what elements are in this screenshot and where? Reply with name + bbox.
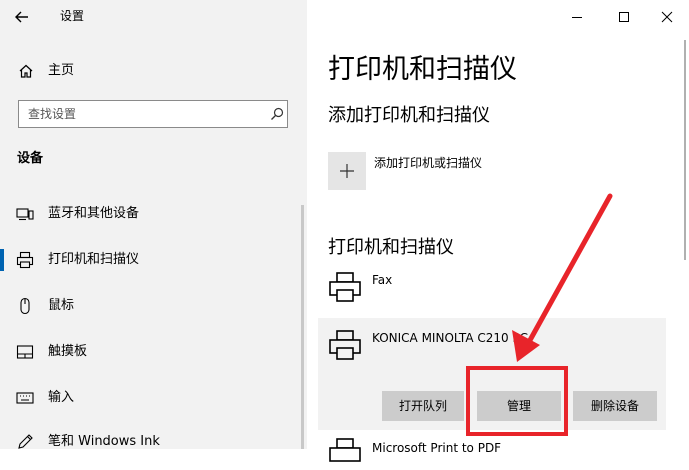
annotation-highlight-box xyxy=(466,366,568,436)
back-arrow-icon[interactable] xyxy=(14,9,30,25)
open-queue-button[interactable]: 打开队列 xyxy=(382,391,464,421)
close-icon[interactable] xyxy=(660,10,674,24)
sidebar-item-printers[interactable]: 打印机和扫描仪 xyxy=(0,242,300,278)
printer-icon xyxy=(328,436,362,470)
sidebar-item-label: 触摸板 xyxy=(48,344,88,359)
touchpad-icon xyxy=(16,343,34,361)
section-heading-devices: 设备 xyxy=(17,151,44,166)
sidebar-item-label: 输入 xyxy=(48,390,75,405)
sidebar-item-home-label: 主页 xyxy=(48,63,75,78)
plus-icon xyxy=(339,163,355,179)
add-section-title: 添加打印机和扫描仪 xyxy=(328,105,490,126)
search-placeholder: 查找设置 xyxy=(28,107,77,121)
minimize-icon[interactable] xyxy=(570,10,584,24)
printer-icon xyxy=(328,328,362,362)
printer-name[interactable]: Fax xyxy=(372,272,392,288)
sidebar-item-label: 打印机和扫描仪 xyxy=(48,252,140,267)
maximize-icon[interactable] xyxy=(617,10,631,24)
main-scrollbar[interactable] xyxy=(684,40,686,260)
keyboard-icon xyxy=(16,389,34,407)
printer-name[interactable]: Microsoft Print to PDF xyxy=(372,440,501,456)
sidebar-item-label: 笔和 Windows Ink xyxy=(48,434,160,449)
remove-device-button[interactable]: 删除设备 xyxy=(573,391,657,421)
window-title: 设置 xyxy=(60,9,85,23)
printer-icon xyxy=(328,270,362,304)
home-icon xyxy=(18,63,34,79)
bluetooth-devices-icon xyxy=(16,205,34,223)
add-printer-label[interactable]: 添加打印机或扫描仪 xyxy=(374,155,482,171)
printer-icon xyxy=(16,251,34,269)
sidebar-item-label: 鼠标 xyxy=(48,298,75,313)
sidebar-item-bluetooth[interactable]: 蓝牙和其他设备 xyxy=(0,196,300,232)
sidebar-item-touchpad[interactable]: 触摸板 xyxy=(0,334,300,370)
page-title: 打印机和扫描仪 xyxy=(328,54,517,85)
sidebar-item-mouse[interactable]: 鼠标 xyxy=(0,288,300,324)
sidebar-item-input[interactable]: 输入 xyxy=(0,380,300,416)
sidebar-item-pen[interactable]: 笔和 Windows Ink xyxy=(0,426,300,462)
sidebar-scrollbar[interactable] xyxy=(301,205,304,449)
sidebar-item-home[interactable] xyxy=(0,58,305,84)
sidebar-item-label: 蓝牙和其他设备 xyxy=(48,206,140,221)
printers-section-title: 打印机和扫描仪 xyxy=(328,237,454,258)
search-icon[interactable] xyxy=(270,107,284,121)
mouse-icon xyxy=(16,297,34,315)
pen-icon xyxy=(16,433,34,451)
printer-name: KONICA MINOLTA C210 PC xyxy=(372,331,529,345)
